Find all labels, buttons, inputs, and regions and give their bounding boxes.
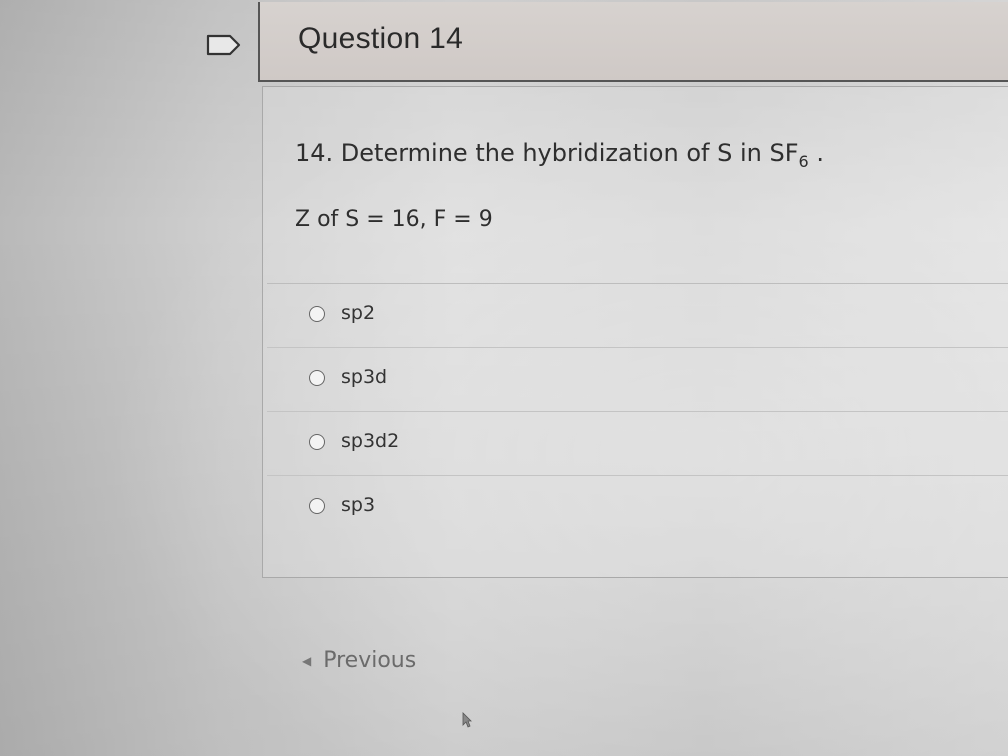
radio-button[interactable] <box>309 306 325 322</box>
answer-label: sp3 <box>341 494 376 516</box>
prompt-subscript: 6 <box>798 151 809 171</box>
question-prompt: 14. Determine the hybridization of S in … <box>295 139 824 171</box>
answer-label: sp3d2 <box>341 430 400 452</box>
prompt-text: 14. Determine the hybridization of S in … <box>295 139 799 167</box>
chevron-left-icon: ◀ <box>302 653 312 668</box>
radio-button[interactable] <box>309 498 325 514</box>
answer-option[interactable]: sp2 <box>267 284 1008 348</box>
answer-option[interactable]: sp3d2 <box>267 412 1008 476</box>
radio-button[interactable] <box>309 434 325 450</box>
question-title: Question 14 <box>298 22 464 55</box>
mouse-cursor-icon <box>462 712 472 728</box>
answer-options: sp2 sp3d sp3d2 sp3 <box>267 283 1008 576</box>
answer-option[interactable]: sp3 <box>267 476 1008 540</box>
question-body: 14. Determine the hybridization of S in … <box>262 86 1008 578</box>
previous-label: Previous <box>323 648 417 673</box>
flag-question-icon[interactable] <box>206 34 242 56</box>
radio-button[interactable] <box>309 370 325 386</box>
answer-option[interactable]: sp3d <box>267 348 1008 412</box>
question-header: Question 14 <box>258 2 1008 82</box>
question-given-data: Z of S = 16, F = 9 <box>295 207 493 232</box>
prompt-suffix: . <box>808 139 824 167</box>
answer-label: sp2 <box>341 302 376 324</box>
previous-button[interactable]: ◀ Previous <box>302 648 416 673</box>
answer-label: sp3d <box>341 366 388 388</box>
